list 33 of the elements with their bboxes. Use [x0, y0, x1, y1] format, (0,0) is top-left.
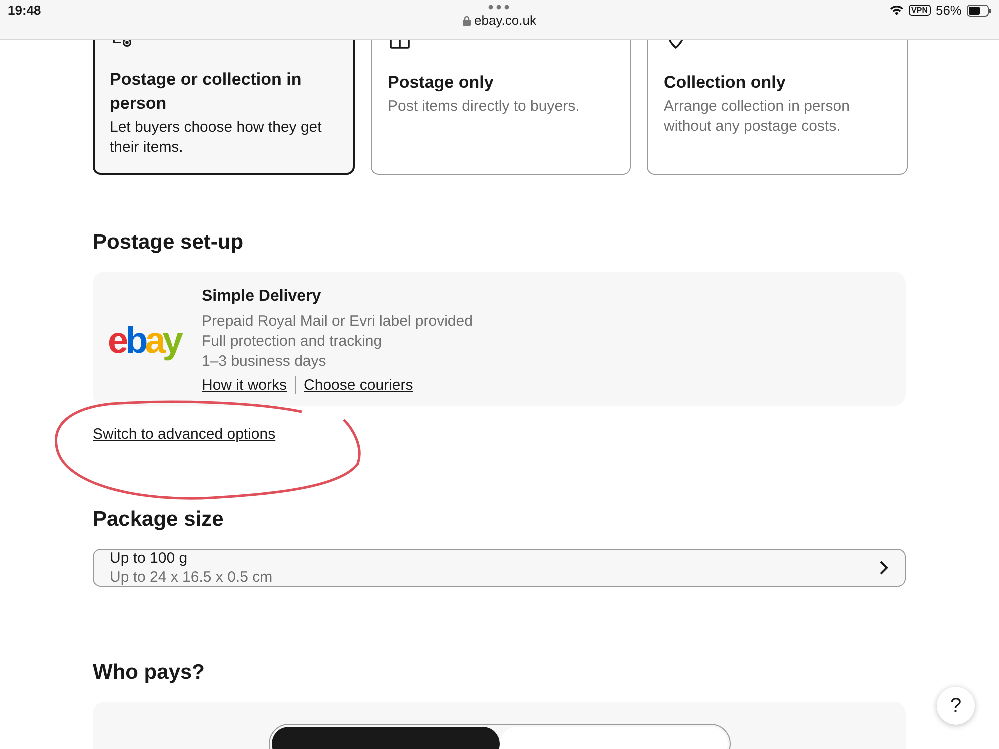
package-size-select[interactable]: Up to 100 g Up to 24 x 16.5 x 0.5 cm: [93, 549, 906, 587]
option-title: Collection only: [664, 72, 787, 94]
more-dots-icon[interactable]: [488, 5, 510, 10]
option-title: Postage or collection in person: [110, 69, 303, 115]
section-heading: Who pays?: [93, 661, 206, 685]
wifi-icon: [890, 5, 904, 16]
delivery-option-card[interactable]: Collection only Arrange collection in person without any postage costs.: [647, 40, 908, 175]
package-title: Up to 100 g: [110, 550, 189, 567]
section-heading: Postage set-up: [93, 231, 245, 255]
lock-icon: [462, 16, 471, 26]
chevron-right-icon: [879, 560, 889, 576]
advanced-options-link[interactable]: Switch to advanced options: [93, 426, 276, 443]
logo: ebay: [108, 320, 182, 362]
delivery-detail: Prepaid Royal Mail or Evri label provided: [202, 312, 473, 332]
delivery-detail: Full protection and tracking: [202, 332, 384, 352]
info-link[interactable]: How it works: [202, 376, 288, 394]
delivery-title: Simple Delivery: [202, 288, 322, 306]
delivery-detail: 1–3 business days: [202, 352, 328, 372]
delivery-option-card[interactable]: Postage only Post items directly to buyers.: [371, 40, 631, 175]
option-description: Post items directly to buyers.: [388, 97, 581, 117]
battery-percent: 56%: [936, 3, 962, 18]
help-button[interactable]: ?: [937, 687, 975, 725]
option-description: Let buyers choose how they get their items.: [110, 118, 323, 158]
option-title: Postage only: [388, 72, 495, 94]
battery-icon: [967, 4, 991, 16]
package-dimensions: Up to 24 x 16.5 x 0.5 cm: [110, 569, 273, 586]
section-heading: Package size: [93, 508, 225, 532]
delivery-option-card[interactable]: Postage or collection in person Let buyers choose how they get their items.: [93, 40, 355, 175]
info-link[interactable]: Choose couriers: [304, 376, 414, 394]
option-description: Arrange collection in person without any postage costs.: [664, 97, 851, 137]
status-time: 19:48: [8, 3, 42, 18]
url-text[interactable]: ebay.co.uk: [474, 13, 536, 28]
vpn-indicator: VPN: [908, 5, 931, 16]
